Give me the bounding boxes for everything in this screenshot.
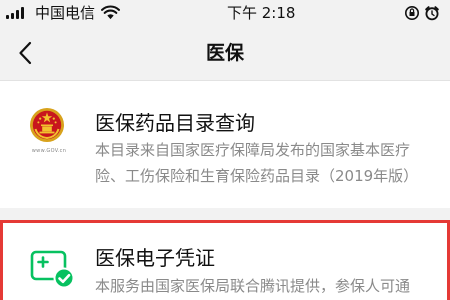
navigation-bar: 医保 bbox=[0, 26, 450, 81]
rotation-lock-icon bbox=[405, 6, 419, 20]
item-title: 医保药品目录查询 bbox=[95, 111, 255, 135]
carrier-name: 中国电信 bbox=[35, 4, 96, 22]
status-time: 下午 2:18 bbox=[227, 4, 296, 22]
item-description-line: 险、工伤保险和生育保险药品目录（2019年版） bbox=[95, 167, 419, 185]
national-emblem-icon bbox=[30, 108, 64, 142]
drug-catalog-query-item[interactable]: www.GOV.cn 医保药品目录查询 本目录来自国家医疗保障局发布的国家基本医… bbox=[0, 81, 450, 208]
status-icons bbox=[405, 6, 439, 21]
signal-strength-icon bbox=[6, 7, 28, 19]
item-description: 本服务由国家医保局联合腾讯提供，参保人可通 bbox=[95, 273, 410, 299]
wifi-icon bbox=[101, 5, 120, 20]
item-description: 本目录来自国家医疗保障局发布的国家基本医疗 险、工伤保险和生育保险药品目录（20… bbox=[95, 137, 418, 189]
alarm-icon bbox=[425, 6, 439, 21]
page-title: 医保 bbox=[205, 42, 244, 64]
item-description-line: 本目录来自国家医疗保障局发布的国家基本医疗 bbox=[95, 141, 411, 159]
medical-insurance-voucher-item[interactable]: 医保电子凭证 本服务由国家医保局联合腾讯提供，参保人可通 bbox=[0, 220, 450, 300]
section-divider bbox=[0, 208, 450, 220]
medical-voucher-icon bbox=[30, 250, 75, 289]
emblem-caption: www.GOV.cn bbox=[31, 148, 67, 154]
item-description-line: 本服务由国家医保局联合腾讯提供，参保人可通 bbox=[95, 277, 411, 295]
status-bar: 中国电信 下午 2:18 bbox=[0, 0, 450, 26]
item-title: 医保电子凭证 bbox=[95, 246, 215, 270]
